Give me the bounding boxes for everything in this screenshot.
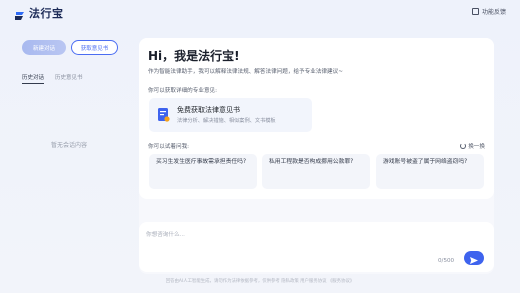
history-tabs: 历史对话 历史意见书 — [22, 73, 83, 84]
app-name: 法行宝 — [29, 7, 64, 20]
ask-label: 你可以试着问我: — [148, 144, 190, 150]
free-card-subtitle: 法律分析、解决措施、相似案例、文书模板 — [177, 118, 276, 124]
intro-text: 作为智能法律助手，我可以解释法律法规、解答法律问题，给予专业法律建议~ — [148, 69, 343, 75]
send-button[interactable] — [464, 251, 484, 265]
get-opinion-label: 你可以获取详细的专业意见: — [148, 88, 218, 94]
char-counter: 0/500 — [438, 258, 455, 264]
sidebar: 新建对话 获取意见书 历史对话 历史意见书 暂无会话内容 — [10, 36, 128, 276]
chat-input-placeholder[interactable]: 你想咨询什么... — [146, 230, 185, 238]
feedback-label: 功能反馈 — [481, 9, 506, 16]
feedback-button[interactable]: 功能反馈 — [471, 7, 506, 16]
chat-input-box[interactable]: 你想咨询什么... 0/500 — [139, 222, 494, 272]
greeting-title: Hi，我是法行宝! — [148, 49, 240, 63]
tab-history-chats[interactable]: 历史对话 — [22, 73, 45, 84]
free-opinion-card[interactable]: 免费获取法律意见书 法律分析、解决措施、相似案例、文书模板 — [149, 98, 312, 132]
suggested-question[interactable]: 私用工程款是否构成挪用公款罪? — [262, 154, 370, 189]
document-icon — [157, 107, 170, 123]
get-opinion-button[interactable]: 获取意见书 — [71, 40, 118, 55]
suggested-question[interactable]: 买习生发生医疗事故需承担责任吗? — [149, 154, 257, 189]
refresh-label: 换一换 — [468, 144, 485, 150]
feedback-icon — [471, 8, 479, 15]
top-bar: 法行宝 功能反馈 — [0, 0, 520, 26]
welcome-card: Hi，我是法行宝! 作为智能法律助手，我可以解释法律法规、解答法律问题，给予专业… — [139, 38, 494, 199]
refresh-button[interactable]: 换一换 — [460, 142, 485, 150]
empty-state-text: 暂无会话内容 — [50, 142, 87, 149]
logo[interactable]: 法行宝 — [14, 5, 64, 21]
footer-disclaimer: 回答由AI人工智能生成，请勿作为法律依据参考，仅供参考 隐私政策 用户服务协议 … — [165, 279, 355, 284]
main-panel: Hi，我是法行宝! 作为智能法律助手，我可以解释法律法规、解答法律问题，给予专业… — [139, 38, 494, 274]
logo-icon — [14, 7, 26, 20]
suggested-question[interactable]: 游戏账号被盗了属于网络盗窃吗? — [376, 154, 484, 189]
refresh-icon — [460, 143, 467, 149]
new-chat-button[interactable]: 新建对话 — [22, 40, 66, 55]
free-card-title: 免费获取法律意见书 — [177, 106, 240, 114]
tab-history-opinions[interactable]: 历史意见书 — [55, 73, 83, 84]
send-icon — [470, 249, 478, 268]
